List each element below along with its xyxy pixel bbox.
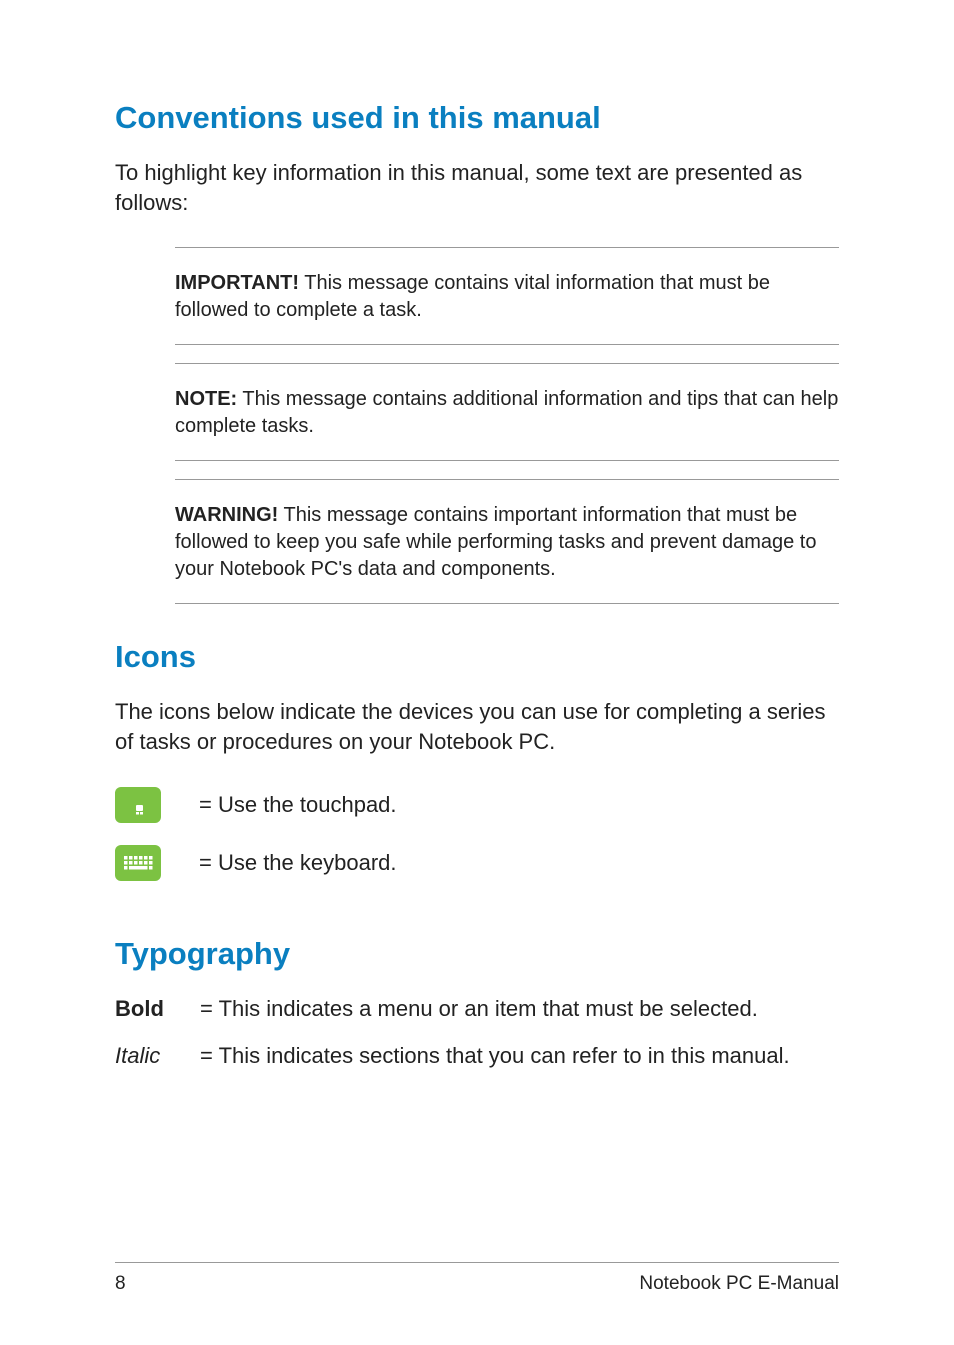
icon-keyboard-desc: = Use the keyboard. (199, 850, 397, 876)
callout-note-text: This message contains additional informa… (175, 388, 838, 437)
callout-note-label: NOTE: (175, 388, 237, 410)
typo-row-italic: Italic = This indicates sections that yo… (115, 1041, 839, 1071)
intro-icons: The icons below indicate the devices you… (115, 697, 839, 756)
typo-row-bold: Bold = This indicates a menu or an item … (115, 994, 839, 1024)
callout-important: IMPORTANT! This message contains vital i… (175, 247, 839, 345)
heading-icons: Icons (115, 639, 839, 675)
callout-warning-label: WARNING! (175, 504, 278, 526)
intro-conventions: To highlight key information in this man… (115, 158, 839, 217)
icon-row-touchpad: = Use the touchpad. (115, 787, 839, 823)
callout-group: IMPORTANT! This message contains vital i… (175, 247, 839, 604)
page-footer: 8 Notebook PC E-Manual (115, 1262, 839, 1295)
footer-title: Notebook PC E-Manual (639, 1273, 839, 1295)
callout-note: NOTE: This message contains additional i… (175, 363, 839, 461)
callout-important-label: IMPORTANT! (175, 272, 299, 294)
heading-typography: Typography (115, 936, 839, 972)
callout-warning: WARNING! This message contains important… (175, 479, 839, 604)
touchpad-icon (115, 787, 161, 823)
typo-bold-def: = This indicates a menu or an item that … (200, 994, 758, 1024)
icon-touchpad-desc: = Use the touchpad. (199, 792, 397, 818)
icon-row-keyboard: = Use the keyboard. (115, 845, 839, 881)
manual-page: Conventions used in this manual To highl… (0, 0, 954, 1071)
page-number: 8 (115, 1273, 126, 1295)
typo-bold-term: Bold (115, 996, 200, 1022)
keyboard-icon (115, 845, 161, 881)
typo-italic-term: Italic (115, 1043, 200, 1069)
typo-italic-def: = This indicates sections that you can r… (200, 1041, 790, 1071)
heading-conventions: Conventions used in this manual (115, 100, 839, 136)
